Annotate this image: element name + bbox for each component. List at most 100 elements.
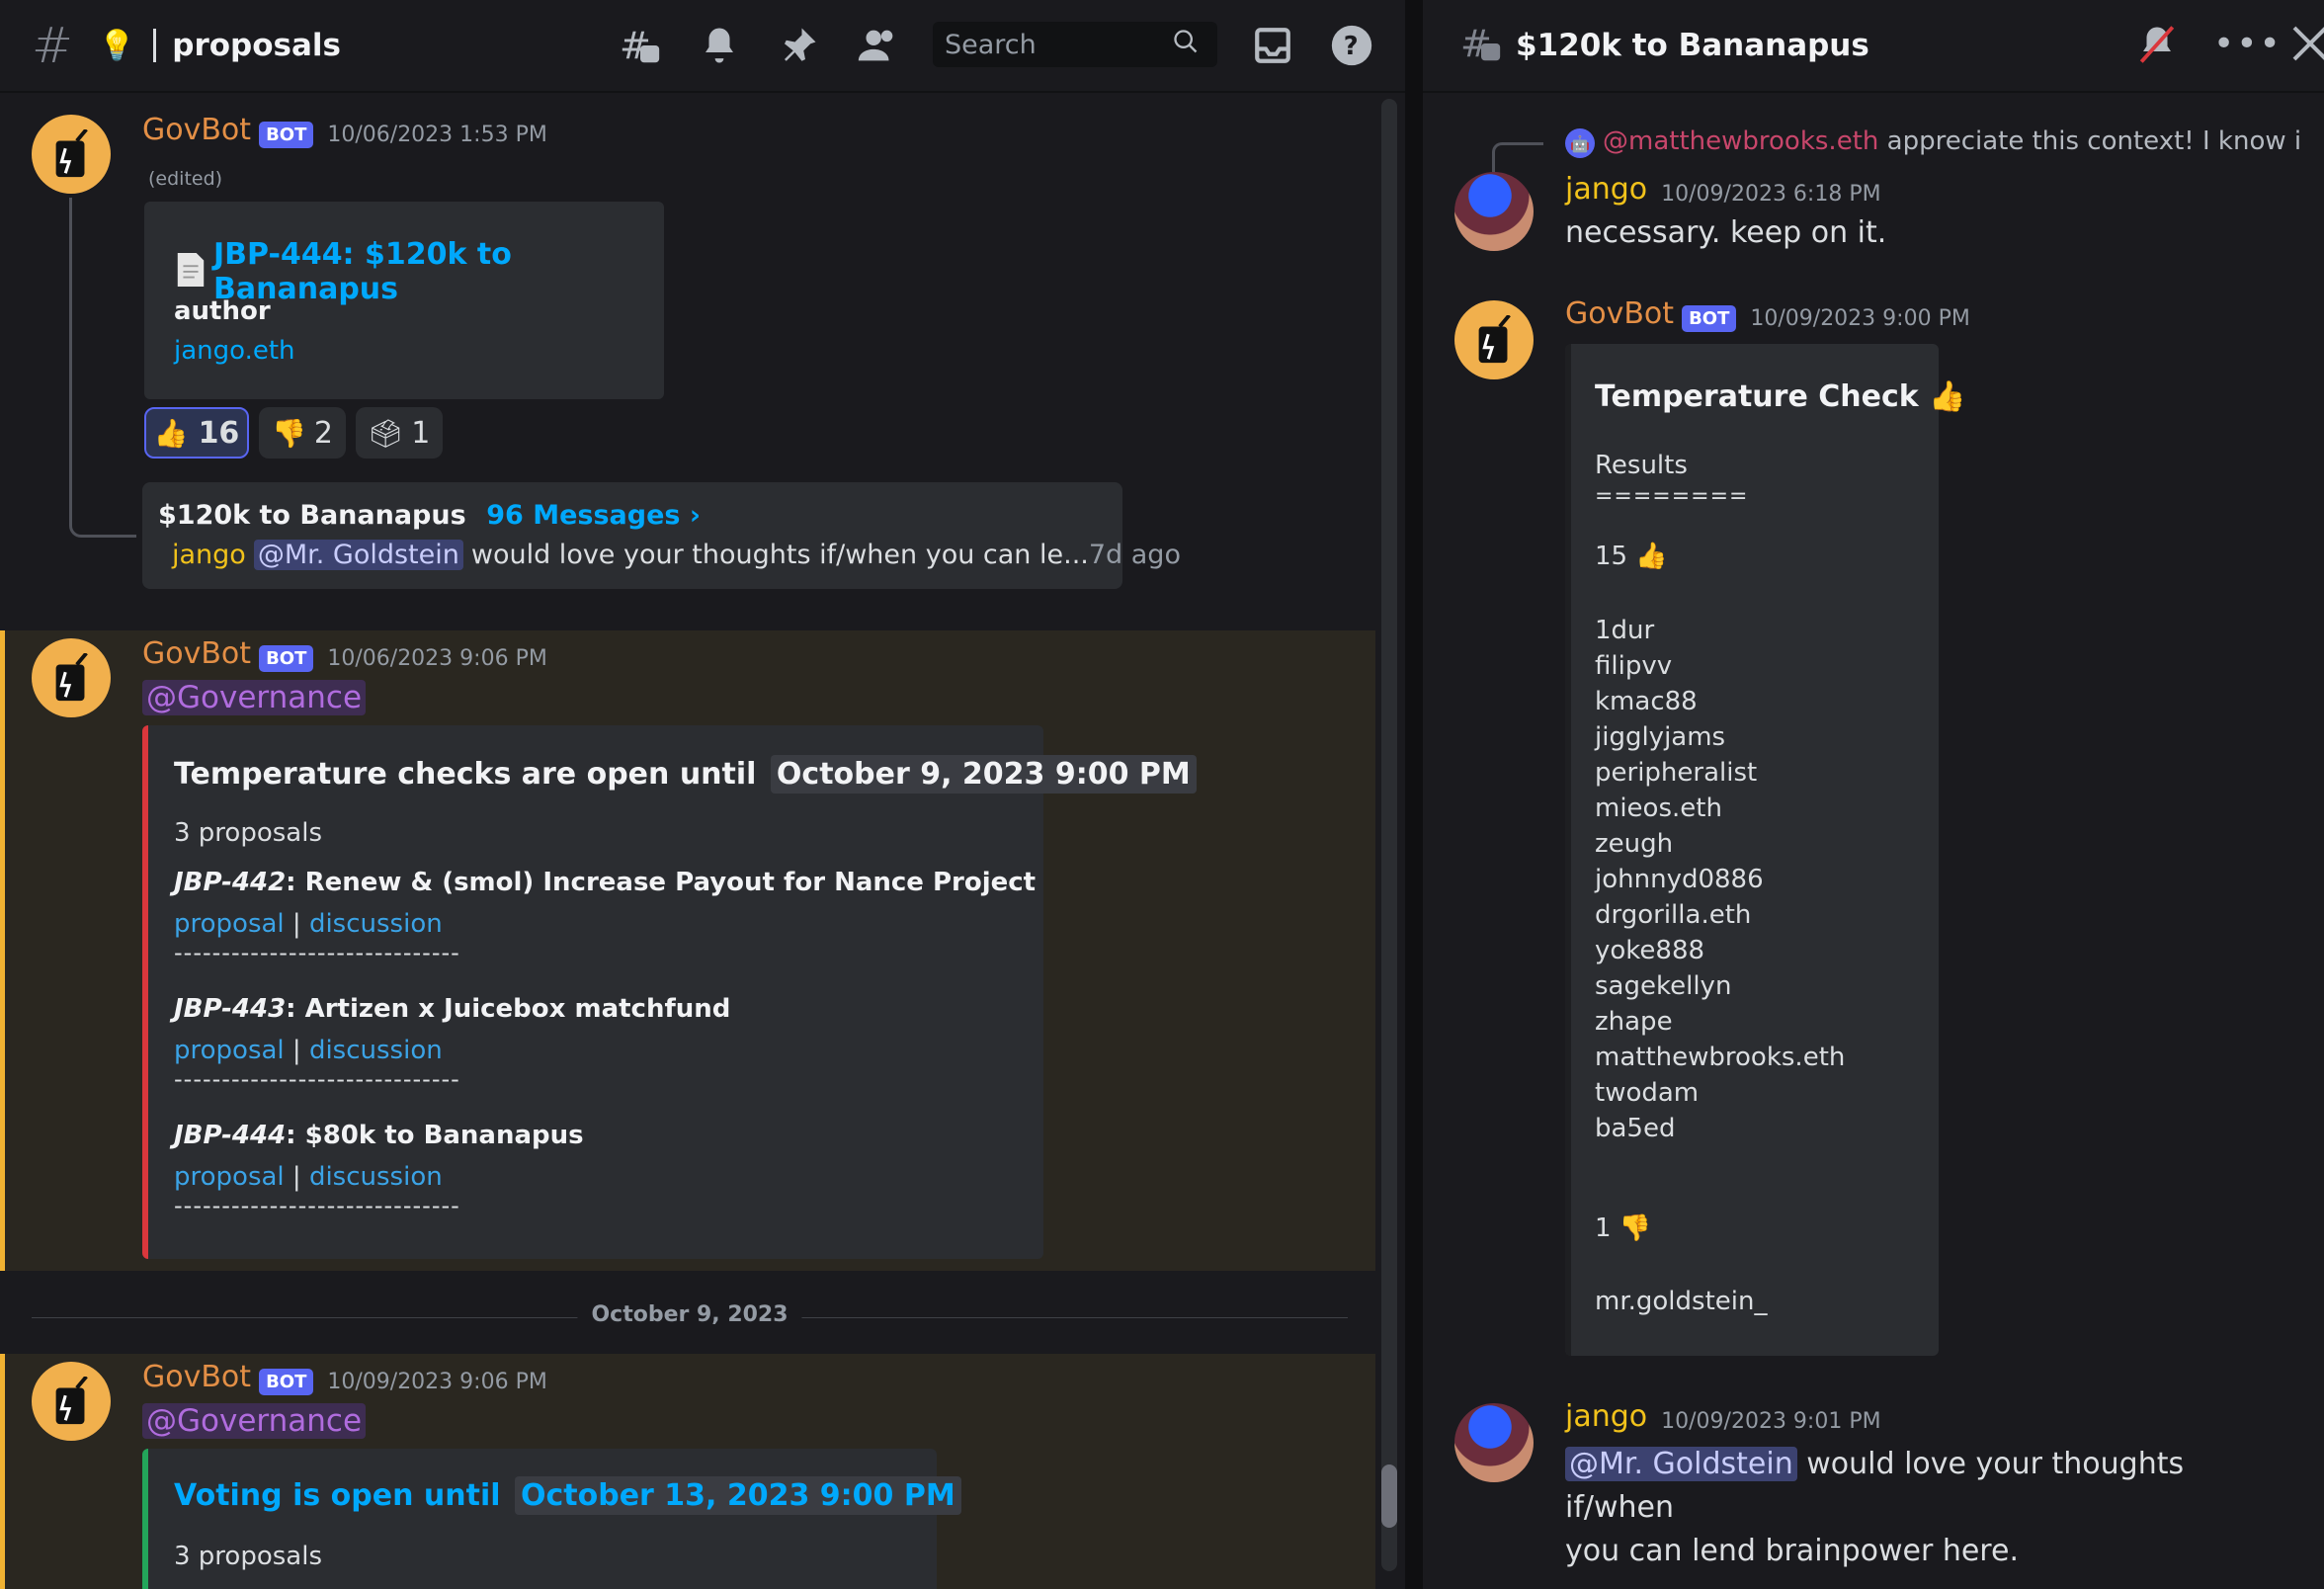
thumbs-up-icon: 👍 bbox=[1929, 379, 1966, 414]
thumbs-up-icon: 👍 bbox=[1635, 542, 1668, 571]
embed-accent-bar bbox=[142, 725, 148, 1259]
thread-title: $120k to Bananapus bbox=[1516, 28, 1869, 63]
message-timestamp[interactable]: 10/09/2023 9:06 PM bbox=[327, 1370, 546, 1394]
list-item: sagekellyn bbox=[1595, 971, 1732, 1001]
avatar[interactable] bbox=[32, 638, 111, 717]
message-timestamp[interactable]: 10/06/2023 1:53 PM bbox=[327, 123, 546, 147]
avatar[interactable] bbox=[1454, 300, 1534, 379]
threads-icon[interactable]: # bbox=[617, 22, 664, 69]
yes-voter-list: 1dur filipvv kmac88 jigglyjams periphera… bbox=[1595, 613, 1845, 1146]
author-name[interactable]: jango bbox=[1565, 172, 1647, 207]
message-govbot-1: GovBot BOT 10/06/2023 1:53 PM (edited) JBP… bbox=[0, 99, 1375, 613]
embed-heading: Temperature checks are open until bbox=[174, 757, 757, 792]
thread-last-author[interactable]: jango bbox=[172, 540, 246, 570]
author-name[interactable]: jango bbox=[1565, 1399, 1647, 1434]
deadline-timestamp[interactable]: October 13, 2023 9:00 PM bbox=[514, 1476, 961, 1515]
role-mention-governance[interactable]: @Governance bbox=[142, 1403, 367, 1439]
embed-title: Temperature Check bbox=[1595, 379, 1919, 414]
reply-preview[interactable]: 🤖 @matthewbrooks.eth appreciate this con… bbox=[1423, 123, 2324, 172]
list-item: matthewbrooks.eth bbox=[1595, 1043, 1846, 1072]
list-item: kmac88 bbox=[1595, 687, 1698, 716]
embed-heading-link[interactable]: Voting is open until bbox=[174, 1478, 501, 1513]
thread-mention[interactable]: @Mr. Goldstein bbox=[253, 540, 463, 570]
date-divider: October 9, 2023 bbox=[32, 1300, 1348, 1336]
author-name[interactable]: GovBot bbox=[142, 113, 251, 147]
avatar[interactable] bbox=[32, 115, 111, 194]
discussion-link[interactable]: discussion bbox=[309, 1162, 443, 1192]
message-jango-1: jango 10/09/2023 6:18 PM necessary. keep … bbox=[1423, 168, 2324, 267]
role-mention-governance[interactable]: @Governance bbox=[142, 680, 367, 715]
svg-text:?: ? bbox=[1344, 32, 1359, 61]
deadline-timestamp[interactable]: October 9, 2023 9:00 PM bbox=[770, 755, 1197, 794]
proposal-id: JBP-442 bbox=[174, 868, 287, 897]
thread-preview[interactable]: $120k to Bananapus 96 Messages › jango @… bbox=[142, 482, 1181, 589]
list-item: zeugh bbox=[1595, 829, 1674, 859]
thumbs-up-icon: 👍 bbox=[153, 416, 189, 450]
embed-field-label: author bbox=[174, 296, 271, 326]
message-text: necessary. keep on it. bbox=[1565, 215, 1887, 250]
more-options-icon[interactable]: ••• bbox=[2213, 24, 2282, 64]
proposal-title: : $80k to Bananapus bbox=[286, 1121, 584, 1150]
author-name[interactable]: GovBot bbox=[142, 636, 251, 671]
reaction-thumbs-up[interactable]: 👍 16 bbox=[144, 407, 249, 459]
thread-last-text: would love your thoughts if/when you can… bbox=[470, 540, 1089, 570]
author-name[interactable]: GovBot bbox=[1565, 296, 1674, 331]
list-item: JBP-444: $80k to Bananapus proposal | di… bbox=[174, 1121, 584, 1219]
list-item: jigglyjams bbox=[1595, 722, 1726, 752]
notification-bell-icon[interactable] bbox=[696, 22, 743, 69]
list-item: johnnyd0886 bbox=[1595, 865, 1764, 894]
user-mention[interactable]: @Mr. Goldstein bbox=[1565, 1447, 1797, 1481]
proposal-link[interactable]: proposal bbox=[174, 909, 285, 939]
voting-embed: Voting is open until October 13, 2023 9:… bbox=[142, 1449, 961, 1589]
member-list-icon[interactable] bbox=[854, 22, 901, 69]
help-icon[interactable]: ? bbox=[1328, 22, 1375, 69]
list-item: JBP-443: Artizen x Juicebox matchfund pr… bbox=[174, 994, 731, 1093]
pin-icon[interactable] bbox=[775, 22, 822, 69]
list-item: zhape bbox=[1595, 1007, 1673, 1037]
message-govbot-results: GovBot BOT 10/09/2023 9:00 PM Temperature … bbox=[1423, 296, 2324, 1364]
no-count: 1 bbox=[1595, 1213, 1612, 1243]
results-underline: ======== bbox=[1595, 484, 1749, 509]
separator: ------------------------------ bbox=[174, 939, 460, 966]
reaction-thumbs-down[interactable]: 👎 2 bbox=[259, 407, 346, 459]
bot-badge: BOT bbox=[259, 645, 314, 672]
list-item: twodam bbox=[1595, 1078, 1700, 1108]
avatar[interactable] bbox=[1454, 1403, 1534, 1482]
discussion-link[interactable]: discussion bbox=[309, 909, 443, 939]
separator: ------------------------------ bbox=[174, 1192, 460, 1219]
avatar[interactable] bbox=[32, 1362, 111, 1441]
mute-bell-icon[interactable] bbox=[2136, 24, 2178, 65]
author-name[interactable]: GovBot bbox=[142, 1360, 251, 1394]
scrollbar-thumb[interactable] bbox=[1381, 1464, 1397, 1528]
proposal-link[interactable]: proposal bbox=[174, 1162, 285, 1192]
avatar[interactable] bbox=[1454, 172, 1534, 251]
channel-pane: # 💡 proposals # ? bbox=[0, 0, 1405, 1589]
inbox-icon[interactable] bbox=[1249, 22, 1296, 69]
embed-title-link[interactable]: JBP-444: $120k to Bananapus bbox=[213, 237, 664, 306]
search-field[interactable] bbox=[945, 29, 1172, 60]
message-text-cont: you can lend brainpower here. bbox=[1565, 1534, 2019, 1568]
message-timestamp[interactable]: 10/06/2023 9:06 PM bbox=[327, 646, 546, 671]
thread-name[interactable]: $120k to Bananapus bbox=[158, 500, 466, 531]
reply-mention[interactable]: @matthewbrooks.eth bbox=[1603, 126, 1878, 156]
proposal-link[interactable]: proposal bbox=[174, 1036, 285, 1065]
message-govbot-2: GovBot BOT 10/06/2023 9:06 PM @Governance … bbox=[0, 630, 1375, 1271]
proposal-id: JBP-444 bbox=[174, 1121, 287, 1150]
thread-message-count[interactable]: 96 Messages › bbox=[486, 500, 701, 531]
discussion-link[interactable]: discussion bbox=[309, 1036, 443, 1065]
author-link[interactable]: jango.eth bbox=[174, 336, 295, 366]
close-icon[interactable] bbox=[2290, 22, 2324, 65]
reaction-ballot-box[interactable]: 🗳 1 bbox=[356, 407, 443, 459]
channel-name: proposals bbox=[172, 28, 341, 63]
scrollbar-track[interactable] bbox=[1381, 99, 1397, 1571]
message-timestamp[interactable]: 10/09/2023 9:00 PM bbox=[1750, 306, 1969, 331]
message-timestamp[interactable]: 10/09/2023 9:01 PM bbox=[1661, 1409, 1880, 1434]
temperature-check-embed: Temperature checks are open until Octobe… bbox=[142, 725, 1197, 1259]
message-timestamp[interactable]: 10/09/2023 6:18 PM bbox=[1661, 182, 1880, 207]
thread-icon: # bbox=[1458, 21, 1504, 70]
thread-pane: # $120k to Bananapus ••• 🤖 @matthewbrook… bbox=[1423, 0, 2324, 1589]
search-input[interactable] bbox=[933, 22, 1217, 67]
thumbs-down-icon: 👎 bbox=[272, 416, 306, 450]
idea-icon: 💡 bbox=[98, 28, 136, 63]
edited-label: (edited) bbox=[148, 168, 223, 190]
